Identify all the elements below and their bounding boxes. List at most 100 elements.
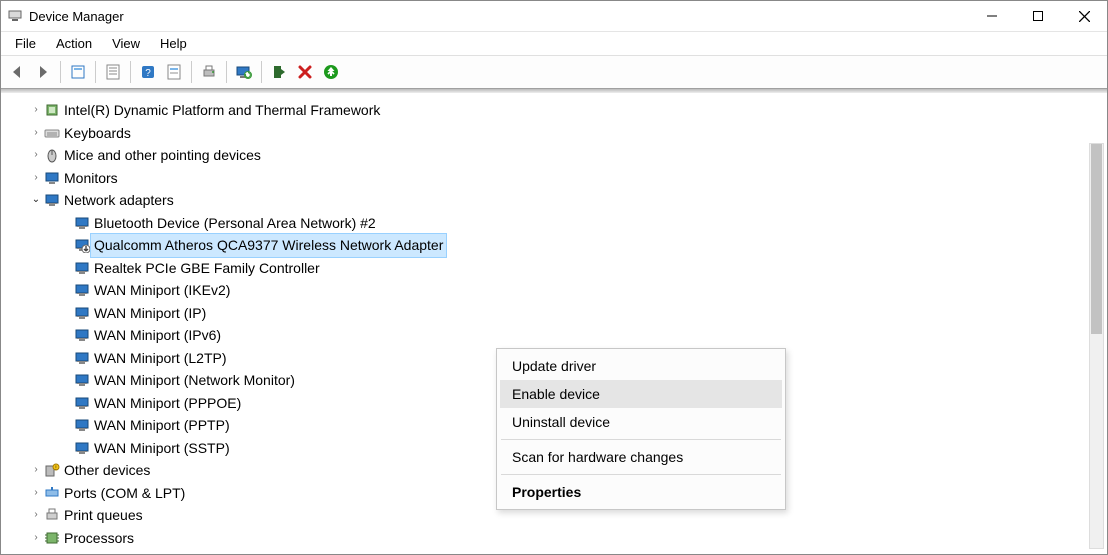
context-menu-item[interactable]: Enable device: [500, 380, 782, 408]
caret-spacer: ›: [59, 347, 73, 370]
expand-icon[interactable]: ›: [29, 99, 43, 122]
network-icon: [73, 395, 91, 411]
network-icon: [73, 305, 91, 321]
caret-spacer: ›: [59, 302, 73, 325]
tree-node-label: Realtek PCIe GBE Family Controller: [91, 257, 323, 280]
tree-node-label: WAN Miniport (PPTP): [91, 414, 233, 437]
tree-node-label: Monitors: [61, 167, 121, 190]
maximize-button[interactable]: [1015, 1, 1061, 31]
tree-node-label: Qualcomm Atheros QCA9377 Wireless Networ…: [91, 234, 446, 257]
svg-text:?: ?: [145, 68, 151, 79]
menubar: File Action View Help: [1, 32, 1107, 56]
tree-node[interactable]: ›Realtek PCIe GBE Family Controller: [1, 257, 1107, 280]
properties-sheet-icon[interactable]: [101, 60, 125, 84]
caret-spacer: ›: [59, 437, 73, 460]
disable-x-icon[interactable]: [293, 60, 317, 84]
network-icon: [43, 192, 61, 208]
toolbar: ?: [1, 56, 1107, 89]
tree-node-label: WAN Miniport (SSTP): [91, 437, 233, 460]
tree-node-label: Print queues: [61, 504, 146, 527]
window-controls: [969, 1, 1107, 31]
expand-icon[interactable]: ›: [29, 122, 43, 145]
print-icon[interactable]: [197, 60, 221, 84]
tree-node[interactable]: › Keyboards: [1, 122, 1107, 145]
expand-icon[interactable]: ›: [29, 144, 43, 167]
tree-node[interactable]: › Intel(R) Dynamic Platform and Thermal F…: [1, 99, 1107, 122]
toolbar-separator: [95, 61, 96, 83]
show-hidden-icon[interactable]: [66, 60, 90, 84]
tree-node-label: Keyboards: [61, 122, 134, 145]
network-icon: [73, 417, 91, 433]
other-device-icon: !: [43, 462, 61, 478]
svg-text:!: !: [55, 466, 56, 472]
enable-device-icon[interactable]: [267, 60, 291, 84]
back-icon[interactable]: [5, 60, 29, 84]
tree-node-label: WAN Miniport (IP): [91, 302, 209, 325]
tree-node-label: Network adapters: [61, 189, 177, 212]
network-icon: [73, 260, 91, 276]
vertical-scrollbar[interactable]: [1089, 143, 1104, 549]
network-icon: [73, 350, 91, 366]
network-icon: [73, 215, 91, 231]
network-icon: [73, 282, 91, 298]
menu-file[interactable]: File: [5, 34, 46, 53]
tree-node[interactable]: ›WAN Miniport (IPv6): [1, 324, 1107, 347]
tree-node[interactable]: ⌄ Network adapters: [1, 189, 1107, 212]
tree-node-label: Bluetooth Device (Personal Area Network)…: [91, 212, 379, 235]
context-menu: Update driverEnable deviceUninstall devi…: [496, 348, 786, 510]
port-icon: [43, 485, 61, 501]
mouse-icon: [43, 147, 61, 163]
expand-icon[interactable]: ›: [29, 167, 43, 190]
toolbar-separator: [226, 61, 227, 83]
tree-node[interactable]: › Qualcomm Atheros QCA9377 Wireless Netwo…: [1, 234, 1107, 257]
scan-hardware-icon[interactable]: [319, 60, 343, 84]
tree-node[interactable]: › WAN Miniport (IKEv2): [1, 279, 1107, 302]
context-menu-item[interactable]: Scan for hardware changes: [500, 443, 782, 471]
caret-spacer: ›: [59, 392, 73, 415]
caret-spacer: ›: [59, 414, 73, 437]
caret-spacer: ›: [59, 279, 73, 302]
tree-node[interactable]: › Processors: [1, 527, 1107, 550]
printer-icon: [43, 507, 61, 523]
network-icon: [73, 327, 91, 343]
tree-node[interactable]: › WAN Miniport (IP): [1, 302, 1107, 325]
close-button[interactable]: [1061, 1, 1107, 31]
menu-view[interactable]: View: [102, 34, 150, 53]
caret-spacer: ›: [59, 369, 73, 392]
chip-icon: [43, 102, 61, 118]
menu-action[interactable]: Action: [46, 34, 102, 53]
scrollbar-thumb[interactable]: [1091, 144, 1102, 334]
caret-spacer: ›: [59, 234, 73, 257]
forward-icon[interactable]: [31, 60, 55, 84]
context-menu-item[interactable]: Properties: [500, 478, 782, 506]
minimize-button[interactable]: [969, 1, 1015, 31]
toolbar-separator: [60, 61, 61, 83]
titlebar: Device Manager: [1, 1, 1107, 32]
tree-node-label: Mice and other pointing devices: [61, 144, 264, 167]
tree-node-label: WAN Miniport (PPPOE): [91, 392, 244, 415]
collapse-icon[interactable]: ⌄: [29, 189, 43, 212]
expand-icon[interactable]: ›: [29, 459, 43, 482]
menu-help[interactable]: Help: [150, 34, 197, 53]
tree-node[interactable]: › Monitors: [1, 167, 1107, 190]
tree-node-label: Processors: [61, 527, 137, 550]
context-menu-item[interactable]: Update driver: [500, 352, 782, 380]
tree-node[interactable]: ›Bluetooth Device (Personal Area Network…: [1, 212, 1107, 235]
tree-node-label: WAN Miniport (Network Monitor): [91, 369, 298, 392]
keyboard-icon: [43, 125, 61, 141]
expand-icon[interactable]: ›: [29, 482, 43, 505]
toolbar-separator: [191, 61, 192, 83]
network-disabled-icon: [73, 237, 91, 253]
tree-node-label: Intel(R) Dynamic Platform and Thermal Fr…: [61, 99, 383, 122]
tree-node-label: WAN Miniport (IKEv2): [91, 279, 233, 302]
tree-node[interactable]: › Mice and other pointing devices: [1, 144, 1107, 167]
context-menu-item[interactable]: Uninstall device: [500, 408, 782, 436]
help-icon[interactable]: ?: [136, 60, 160, 84]
tree-node-label: WAN Miniport (IPv6): [91, 324, 224, 347]
monitor-refresh-icon[interactable]: [232, 60, 256, 84]
app-icon: [7, 8, 23, 24]
expand-icon[interactable]: ›: [29, 504, 43, 527]
update-drivers-sheet-icon[interactable]: [162, 60, 186, 84]
expand-icon[interactable]: ›: [29, 527, 43, 550]
context-menu-separator: [501, 474, 781, 475]
